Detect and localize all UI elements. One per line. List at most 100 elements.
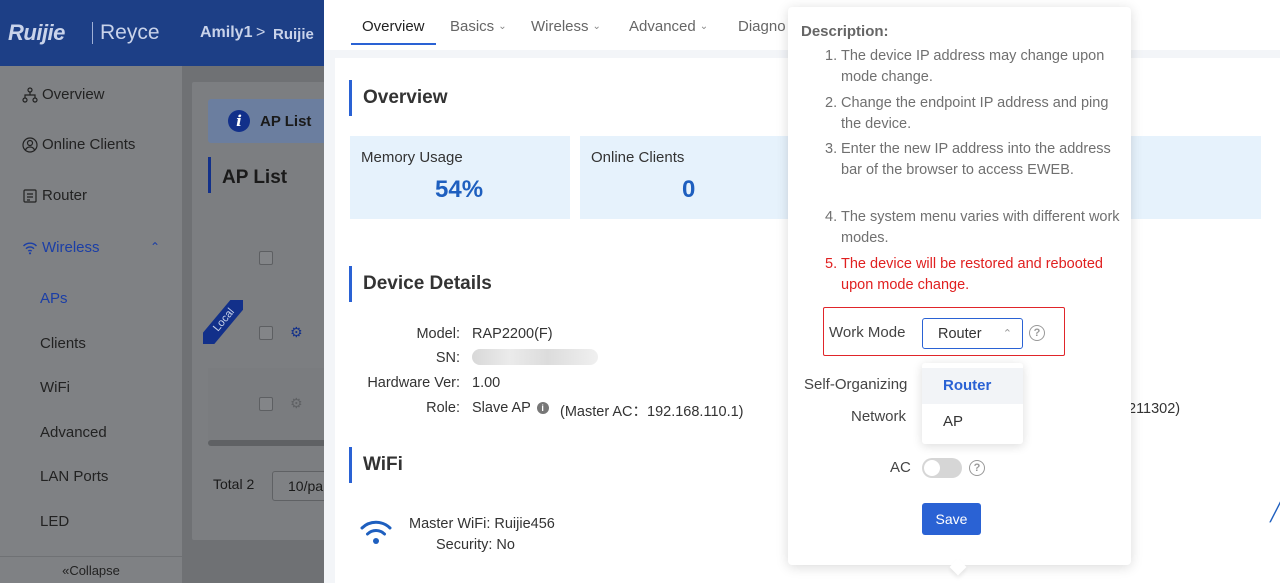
select-all-checkbox[interactable] (259, 251, 273, 265)
chevron-up-icon: ⌃ (1002, 328, 1012, 340)
model-value: RAP2200(F) (472, 326, 553, 342)
sidebar-sub-clients[interactable]: Clients (40, 335, 86, 352)
tab-label: Diagno (738, 18, 786, 35)
ap-list-title: AP List (208, 157, 287, 193)
tab-overview[interactable]: Overview (362, 18, 425, 35)
item-number: 3. (825, 141, 838, 157)
sidebar-item-overview[interactable]: Overview (22, 86, 105, 103)
description-title: Description: (801, 23, 889, 40)
hardware-value: 1.00 (472, 375, 501, 391)
work-mode-dropdown: Router AP (922, 363, 1023, 444)
sn-key: SN: (435, 350, 460, 366)
description-item-warning: 5. The device will be restored and reboo… (825, 254, 1125, 296)
hardware-key: Hardware Ver: (367, 375, 460, 391)
ruijie-logo: Ruijie (8, 20, 65, 45)
memory-usage-card: Memory Usage 54% (350, 136, 570, 219)
topology-icon (22, 86, 38, 103)
master-wifi: Master WiFi: Ruijie456 (409, 516, 555, 532)
self-organizing-label: Self-Organizing (804, 376, 908, 393)
item-text: The system menu varies with different wo… (841, 209, 1120, 246)
item-text: The device will be restored and rebooted… (841, 256, 1103, 293)
tab-label: Advanced (629, 18, 696, 35)
tab-label: Basics (450, 18, 495, 35)
user-icon (22, 136, 38, 153)
role-value: Slave AP i (472, 400, 551, 416)
row-checkbox[interactable] (259, 326, 273, 340)
item-number: 5. (825, 256, 838, 272)
row-checkbox[interactable] (259, 397, 273, 411)
item-number: 2. (825, 95, 838, 111)
help-icon[interactable]: ? (1029, 325, 1045, 341)
collapse-label: Collapse (69, 562, 120, 578)
sidebar-sub-lan-ports[interactable]: LAN Ports (40, 468, 108, 485)
sidebar-sub-aps[interactable]: APs (40, 290, 68, 307)
role-text: Slave AP (472, 400, 531, 416)
chevron-up-icon[interactable]: ⌃ (150, 240, 160, 254)
sidebar-item-router[interactable]: Router (22, 187, 87, 204)
ac-toggle[interactable] (922, 458, 962, 478)
tab-basics[interactable]: Basics ⌄ (450, 18, 507, 35)
router-icon (23, 188, 37, 203)
security: Security: No (436, 537, 515, 553)
collapse-button[interactable]: «Collapse (0, 556, 182, 583)
item-text: Change the endpoint IP address and ping … (841, 95, 1109, 132)
ap-list-tab-label: AP List (260, 112, 312, 130)
wifi-icon (22, 242, 38, 254)
reyce-logo: Reyce (100, 21, 160, 44)
item-number: 1. (825, 48, 838, 64)
tab-wireless[interactable]: Wireless ⌄ (531, 18, 601, 35)
description-item: 2. Change the endpoint IP address and pi… (825, 93, 1125, 135)
ac-label: AC (890, 459, 911, 476)
option-ap[interactable]: AP (922, 404, 1023, 440)
breadcrumb-arrow-icon: > (256, 24, 266, 41)
item-text: The device IP address may change upon mo… (841, 48, 1105, 85)
sidebar-sub-led[interactable]: LED (40, 513, 69, 530)
stat-label: Online Clients (591, 149, 685, 166)
toggle-knob (924, 460, 940, 476)
logo-divider (92, 22, 93, 44)
description-item: 4. The system menu varies with different… (825, 207, 1125, 249)
tab-label: Overview (362, 18, 425, 35)
breadcrumb-site[interactable]: Ruijie (273, 26, 314, 43)
online-clients-card: Online Clients 0 (580, 136, 800, 219)
local-tag: Local (203, 300, 243, 344)
info-icon: i (228, 110, 250, 132)
stat-label: Memory Usage (361, 149, 463, 166)
help-icon[interactable]: ? (969, 460, 985, 476)
chevron-down-icon: ⌄ (592, 21, 601, 32)
gear-icon[interactable]: ⚙ (290, 324, 303, 341)
gear-icon[interactable]: ⚙ (290, 395, 303, 412)
overview-section-title: Overview (349, 80, 448, 116)
local-ribbon: Local (203, 300, 243, 344)
item-number: 4. (825, 209, 838, 225)
ap-list-tab[interactable]: i AP List (208, 99, 332, 143)
wifi-icon (360, 520, 392, 544)
master-ac: (Master AC：192.168.110.1) (560, 404, 744, 420)
page-size-select[interactable]: 10/pa (272, 471, 332, 501)
info-icon[interactable]: i (536, 402, 549, 415)
breadcrumb-user[interactable]: Amily1 (200, 24, 252, 42)
sidebar-sub-wifi[interactable]: WiFi (40, 379, 70, 396)
model-key: Model: (416, 326, 460, 342)
work-mode-select[interactable]: Router ⌃ (922, 318, 1023, 349)
tab-advanced[interactable]: Advanced ⌄ (629, 18, 708, 35)
stat-card-hidden (1131, 136, 1261, 219)
total-count: Total 2 (213, 476, 255, 492)
save-button[interactable]: Save (922, 503, 981, 535)
option-router[interactable]: Router (922, 368, 1023, 404)
partial-value: 211302) (1128, 401, 1181, 417)
network-label: Network (851, 408, 907, 425)
stat-value: 0 (682, 176, 696, 203)
sidebar-item-label: Overview (42, 86, 105, 103)
chevron-down-icon: ⌄ (498, 21, 507, 32)
partial-icon: ╱ (1270, 502, 1280, 522)
sidebar-item-wireless[interactable]: Wireless (22, 239, 100, 256)
sidebar-sub-advanced[interactable]: Advanced (40, 424, 107, 441)
work-mode-label: Work Mode (829, 324, 906, 341)
sidebar-item-online-clients[interactable]: Online Clients (22, 136, 135, 153)
active-tab-indicator (351, 43, 436, 45)
role-key: Role: (426, 400, 460, 416)
tab-diagnostics[interactable]: Diagno (738, 18, 786, 35)
description-item: 1. The device IP address may change upon… (825, 46, 1125, 88)
horizontal-scrollbar[interactable] (208, 440, 332, 446)
